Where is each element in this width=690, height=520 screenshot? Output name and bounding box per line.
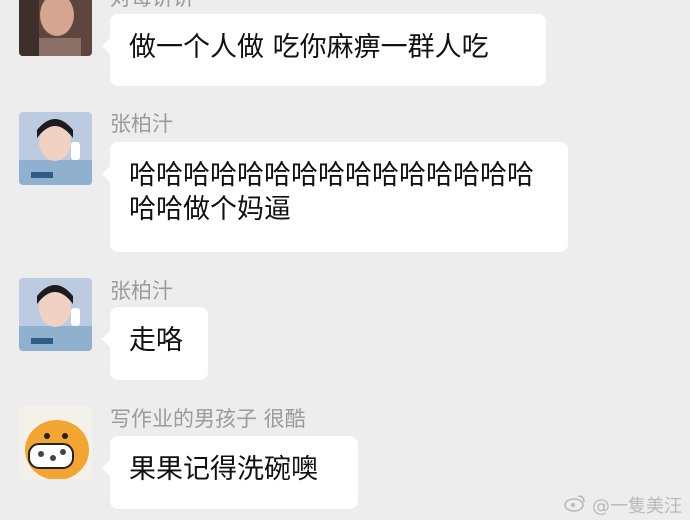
message-bubble[interactable]: 做一个人做 吃你麻痹一群人吃 <box>102 14 546 86</box>
avatar[interactable] <box>19 0 92 56</box>
weibo-icon <box>564 494 586 517</box>
message-text: 果果记得洗碗噢 <box>129 454 318 485</box>
avatar[interactable] <box>19 112 92 185</box>
avatar[interactable] <box>19 278 92 351</box>
message-bubble[interactable]: 走咯 <box>102 307 208 380</box>
watermark: @一隻美汪 <box>564 492 682 518</box>
message-text: 做一个人做 吃你麻痹一群人吃 <box>129 32 489 63</box>
sender-name: 张柏汁 <box>110 112 173 136</box>
message-bubble[interactable]: 哈哈哈哈哈哈哈哈哈哈哈哈哈哈哈哈哈做个妈逼 <box>102 142 568 252</box>
sender-name: 张柏汁 <box>110 279 173 303</box>
message-bubble[interactable]: 果果记得洗碗噢 <box>102 436 358 509</box>
sender-name: 对每讲讲 <box>110 0 194 10</box>
message-text: 哈哈哈哈哈哈哈哈哈哈哈哈哈哈哈哈哈做个妈逼 <box>129 160 534 225</box>
avatar[interactable] <box>19 406 92 479</box>
chat-area: 对每讲讲 做一个人做 吃你麻痹一群人吃 张柏汁 哈哈哈哈哈哈哈哈哈哈哈哈哈哈哈哈… <box>0 0 690 520</box>
watermark-text: @一隻美汪 <box>592 496 682 517</box>
sender-name: 写作业的男孩子 很酷 <box>110 407 306 431</box>
message-text: 走咯 <box>129 325 183 356</box>
